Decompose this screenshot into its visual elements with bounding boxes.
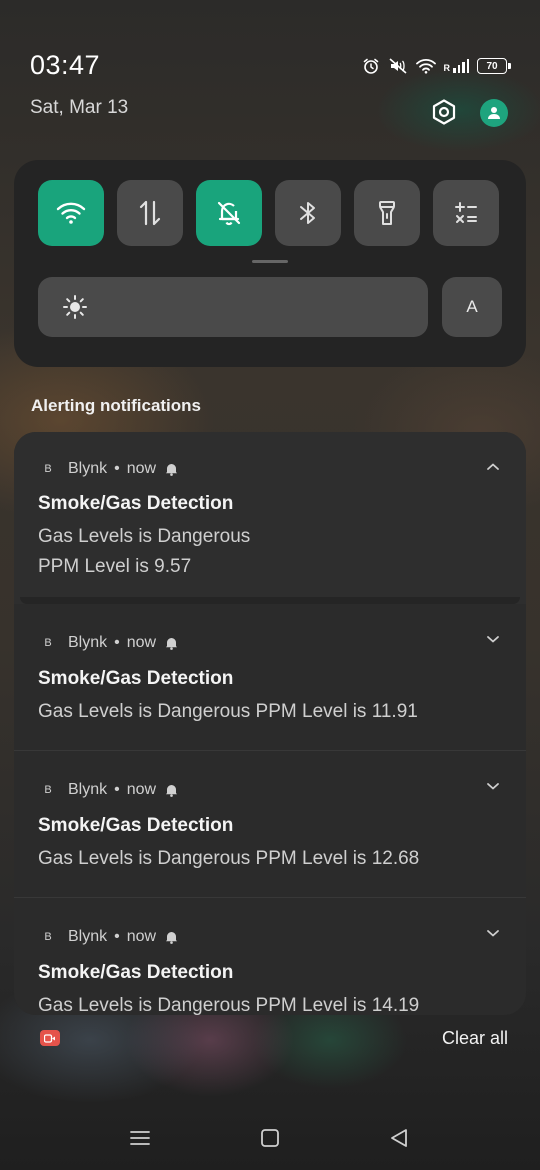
tile-mobile-data[interactable] [117, 180, 183, 246]
clear-all-button[interactable]: Clear all [442, 1028, 508, 1049]
auto-brightness-label: A [466, 297, 478, 316]
separator-dot: • [114, 634, 120, 651]
blynk-app-icon: B [44, 637, 52, 649]
navigation-bar [0, 1118, 540, 1158]
notification-list: B Blynk • now Smoke/Gas Detection Gas Le… [14, 432, 526, 1015]
user-button[interactable] [480, 99, 508, 127]
wifi-icon [56, 202, 86, 224]
battery-level: 70 [486, 60, 498, 72]
battery-icon: 70 [477, 58, 511, 74]
notification-card[interactable]: B Blynk • now Smoke/Gas Detection Gas Le… [14, 751, 526, 898]
bell-icon [165, 636, 178, 650]
notification-body: Gas Levels is Dangerous PPM Level is 12.… [38, 848, 420, 869]
notification-time: now [126, 460, 157, 477]
notification-header: B Blynk • now [38, 780, 178, 800]
notification-header: B Blynk • now [38, 459, 178, 479]
bell-off-icon [217, 201, 241, 226]
notification-header: B Blynk • now [38, 633, 178, 653]
separator-dot: • [114, 781, 120, 798]
back-button[interactable] [389, 1128, 409, 1148]
tile-do-not-disturb[interactable] [196, 180, 262, 246]
signal-label: R [443, 63, 451, 73]
mute-icon [388, 58, 407, 74]
notification-card[interactable]: B Blynk • now Smoke/Gas Detection Gas Le… [14, 432, 526, 604]
app-name: Blynk [68, 928, 108, 945]
chevron-down-icon[interactable] [486, 781, 500, 791]
bell-icon [165, 930, 178, 944]
alarm-icon [363, 58, 378, 74]
notification-title: Smoke/Gas Detection [38, 668, 234, 689]
status-icons: R 70 [362, 57, 511, 75]
chevron-down-icon[interactable] [486, 928, 500, 938]
screen-record-icon[interactable] [40, 1030, 60, 1046]
status-date: Sat, Mar 13 [30, 97, 129, 118]
bluetooth-icon [300, 202, 315, 224]
home-icon [261, 1129, 279, 1147]
notification-body: Gas Levels is Dangerous PPM Level is 14.… [38, 995, 420, 1015]
calculator-icon [455, 202, 477, 223]
separator-dot: • [114, 460, 120, 477]
flashlight-icon [379, 201, 395, 225]
sun-icon [63, 295, 87, 319]
wifi-icon [415, 59, 436, 74]
tile-flashlight[interactable] [354, 180, 420, 246]
app-name: Blynk [68, 634, 108, 651]
settings-button[interactable] [428, 96, 460, 128]
menu-icon [130, 1131, 150, 1145]
app-name: Blynk [68, 781, 108, 798]
notification-body: Gas Levels is Dangerous PPM Level is 11.… [38, 701, 418, 722]
notification-time: now [126, 781, 157, 798]
user-icon [488, 107, 500, 119]
notification-time: now [126, 928, 157, 945]
blynk-app-icon: B [44, 463, 52, 475]
blynk-app-icon: B [44, 784, 52, 796]
quick-settings-panel: A [14, 160, 526, 367]
status-time: 03:47 [30, 50, 101, 80]
blynk-app-icon: B [44, 931, 52, 943]
panel-drag-handle[interactable] [252, 260, 288, 263]
app-name: Blynk [68, 460, 108, 477]
chevron-down-icon[interactable] [486, 634, 500, 644]
menu-button[interactable] [130, 1128, 150, 1148]
section-title: Alerting notifications [31, 396, 201, 415]
settings-hexagon-icon [432, 99, 456, 125]
tile-calculator[interactable] [433, 180, 499, 246]
signal-icon: R [443, 59, 469, 73]
tile-wifi[interactable] [38, 180, 104, 246]
notification-title: Smoke/Gas Detection [38, 962, 234, 983]
brightness-slider[interactable] [38, 277, 428, 337]
tile-bluetooth[interactable] [275, 180, 341, 246]
chevron-up-icon[interactable] [486, 462, 500, 472]
quick-settings-tiles [38, 180, 499, 246]
bell-icon [165, 462, 178, 476]
notification-title: Smoke/Gas Detection [38, 815, 234, 836]
notification-card[interactable]: B Blynk • now Smoke/Gas Detection Gas Le… [14, 604, 526, 751]
notification-body: Gas Levels is Dangerous PPM Level is 9.5… [38, 522, 250, 582]
back-icon [391, 1129, 407, 1147]
data-arrows-icon [139, 200, 161, 226]
notification-card[interactable]: B Blynk • now Smoke/Gas Detection Gas Le… [14, 898, 526, 1015]
notification-title: Smoke/Gas Detection [38, 493, 234, 514]
home-button[interactable] [260, 1128, 280, 1148]
notification-line: Gas Levels is Dangerous [38, 526, 251, 547]
notification-header: B Blynk • now [38, 927, 178, 947]
notification-time: now [126, 634, 157, 651]
separator-dot: • [114, 928, 120, 945]
notification-line: PPM Level is 9.57 [38, 556, 192, 577]
auto-brightness-button[interactable]: A [442, 277, 502, 337]
bell-icon [165, 783, 178, 797]
